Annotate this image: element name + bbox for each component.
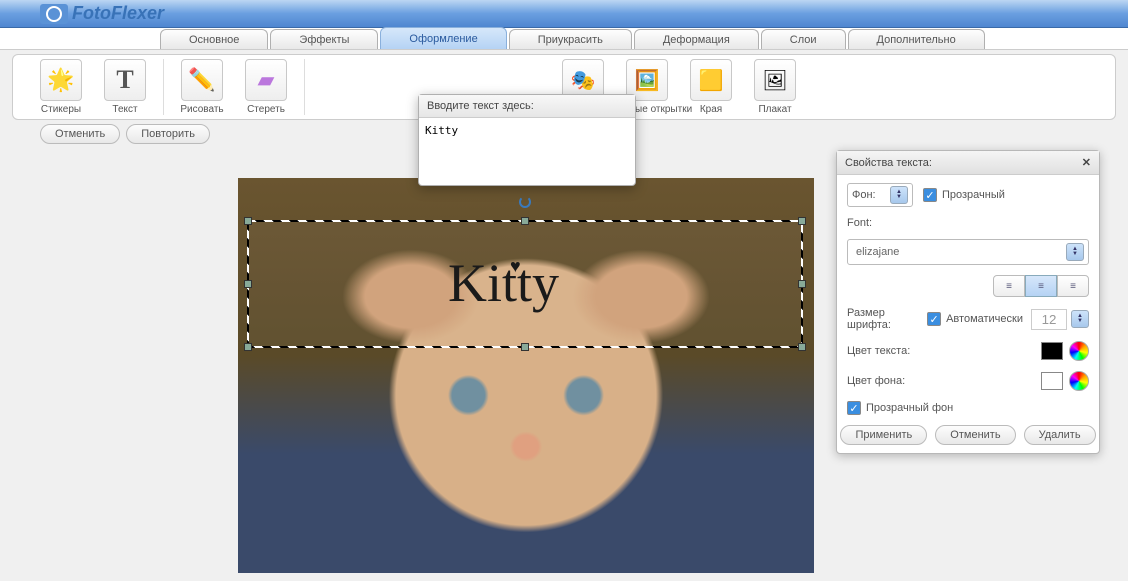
undo-button[interactable]: Отменить (40, 124, 120, 144)
chevron-updown-icon: ▲▼ (1066, 243, 1084, 261)
tab-5[interactable]: Слои (761, 29, 846, 49)
text-properties-panel: Свойства текста: ✕ Фон: ▲▼ ✓ Прозрачный … (836, 150, 1100, 454)
text-icon: T (104, 59, 146, 101)
canvas-area[interactable]: Kitty ♥ (238, 178, 814, 573)
tab-6[interactable]: Дополнительно (848, 29, 985, 49)
resize-handle-ne[interactable] (798, 217, 806, 225)
chevron-updown-icon[interactable]: ▲▼ (1071, 310, 1089, 328)
text-color-swatch[interactable] (1041, 342, 1063, 360)
stickers-tool[interactable]: 🌟 Стикеры (33, 59, 89, 115)
canvas-text-layer[interactable]: Kitty (448, 252, 559, 314)
resize-handle-s[interactable] (521, 343, 529, 351)
align-left-button[interactable]: ≡ (993, 275, 1025, 297)
resize-handle-nw[interactable] (244, 217, 252, 225)
draw-label: Рисовать (180, 104, 223, 115)
tab-0[interactable]: Основное (160, 29, 268, 49)
transparent-checkbox[interactable]: ✓ (923, 188, 937, 202)
color-wheel-icon[interactable] (1069, 371, 1089, 391)
text-popup-title: Вводите текст здесь: (419, 95, 635, 118)
resize-handle-se[interactable] (798, 343, 806, 351)
tab-2[interactable]: Оформление (380, 27, 506, 49)
text-label: Текст (112, 104, 137, 115)
camera-icon (40, 4, 68, 24)
draw-icon: ✏️ (181, 59, 223, 101)
rotate-handle-icon[interactable] (519, 196, 531, 208)
resize-handle-e[interactable] (798, 280, 806, 288)
app-header: FotoFlexer (0, 0, 1128, 28)
poster-label: Плакат (758, 104, 791, 115)
erase-label: Стереть (247, 104, 285, 115)
text-tool[interactable]: T Текст (97, 59, 153, 115)
text-input-field[interactable] (419, 118, 635, 182)
bg-color-swatch[interactable] (1041, 372, 1063, 390)
stickers-label: Стикеры (41, 104, 81, 115)
edges-icon: 🟨 (690, 59, 732, 101)
redo-button[interactable]: Повторить (126, 124, 210, 144)
transparent-bg-label: Прозрачный фон (866, 402, 953, 414)
auto-size-checkbox[interactable]: ✓ (927, 312, 941, 326)
props-title: Свойства текста: (845, 157, 932, 169)
align-center-button[interactable]: ≡ (1025, 275, 1057, 297)
resize-handle-n[interactable] (521, 217, 529, 225)
cancel-button[interactable]: Отменить (935, 425, 1015, 445)
font-label: Font: (847, 217, 1089, 229)
edges-tool[interactable]: 🟨 Края (683, 59, 739, 115)
transparent-label: Прозрачный (942, 189, 1005, 201)
logo: FotoFlexer (40, 3, 164, 24)
size-label: Размер шрифта: (847, 307, 927, 331)
text-input-popup: Вводите текст здесь: (418, 94, 636, 186)
bg-color-label: Цвет фона: (847, 375, 1041, 387)
erase-tool[interactable]: ▰ Стереть (238, 59, 294, 115)
align-right-button[interactable]: ≡ (1057, 275, 1089, 297)
auto-label: Автоматически (946, 313, 1023, 325)
resize-handle-w[interactable] (244, 280, 252, 288)
tab-1[interactable]: Эффекты (270, 29, 378, 49)
color-wheel-icon[interactable] (1069, 341, 1089, 361)
edges-label: Края (700, 104, 722, 115)
heart-icon: ♥ (510, 256, 521, 277)
stickers-icon: 🌟 (40, 59, 82, 101)
main-tabs: ОсновноеЭффектыОформлениеПриукраситьДефо… (0, 28, 1128, 50)
text-color-label: Цвет текста: (847, 345, 1041, 357)
resize-handle-sw[interactable] (244, 343, 252, 351)
delete-button[interactable]: Удалить (1024, 425, 1096, 445)
bg-select[interactable]: Фон: ▲▼ (847, 183, 913, 207)
poster-icon: 🖼 (754, 59, 796, 101)
close-icon[interactable]: ✕ (1082, 156, 1091, 169)
brand-name: FotoFlexer (72, 3, 164, 24)
font-size-input[interactable] (1031, 309, 1067, 330)
erase-icon: ▰ (245, 59, 287, 101)
transparent-bg-checkbox[interactable]: ✓ (847, 401, 861, 415)
apply-button[interactable]: Применить (840, 425, 927, 445)
draw-tool[interactable]: ✏️ Рисовать (174, 59, 230, 115)
chevron-updown-icon: ▲▼ (890, 186, 908, 204)
font-select[interactable]: elizajane ▲▼ (847, 239, 1089, 265)
poster-tool[interactable]: 🖼 Плакат (747, 59, 803, 115)
tab-3[interactable]: Приукрасить (509, 29, 632, 49)
tab-4[interactable]: Деформация (634, 29, 759, 49)
